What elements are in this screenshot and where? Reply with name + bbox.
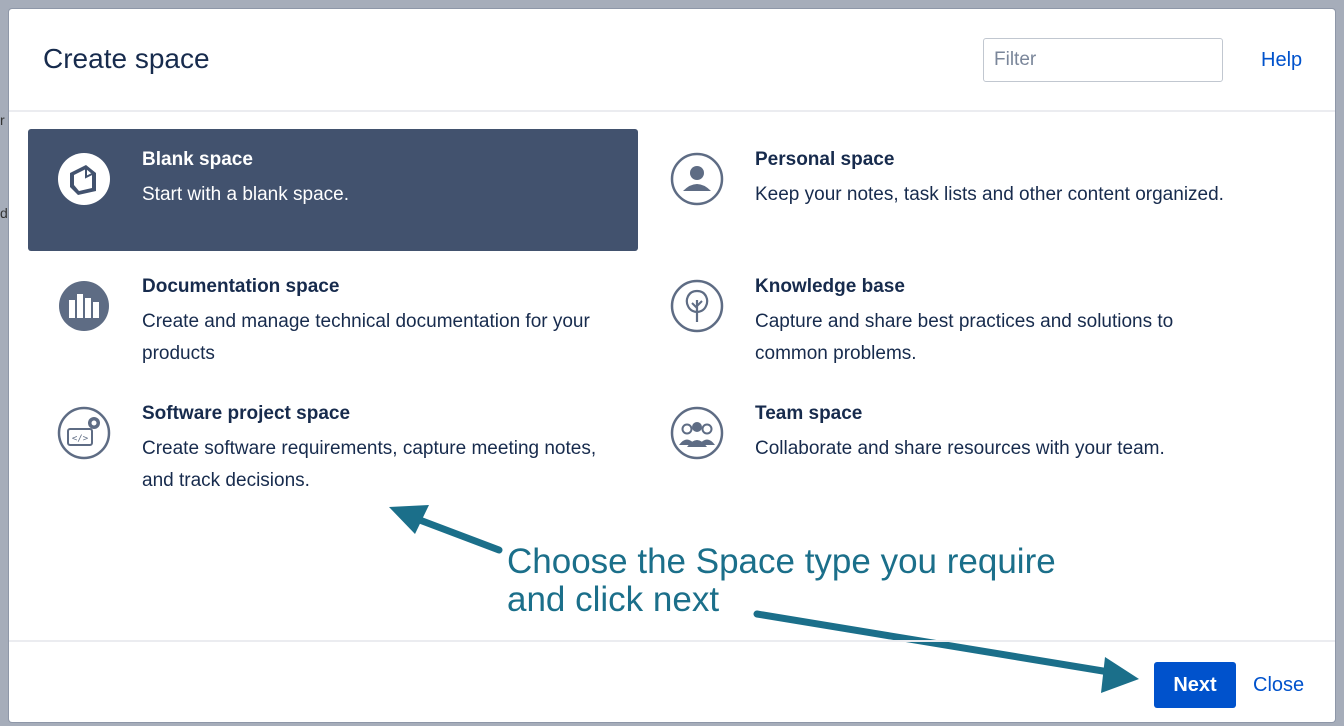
create-space-dialog: Create space Help Blank space Start with… — [9, 9, 1335, 722]
space-type-name: Software project space — [142, 403, 351, 424]
space-type-description: Capture and share best practices and sol… — [755, 311, 1174, 364]
space-type-description: Keep your notes, task lists and other co… — [755, 184, 1224, 205]
space-type-name: Team space — [755, 403, 863, 424]
annotation-line: and click next — [507, 580, 720, 619]
dialog-footer: Next Close — [9, 640, 1335, 722]
software-project-space-icon: </> — [57, 406, 111, 460]
space-type-name: Personal space — [755, 149, 895, 170]
space-type-description: Start with a blank space. — [142, 184, 349, 205]
svg-text:</>: </> — [72, 434, 89, 444]
space-type-name: Knowledge base — [755, 276, 905, 297]
annotation-line: Choose the Space type you require — [507, 542, 1056, 581]
space-type-description: Collaborate and share resources with you… — [755, 438, 1165, 459]
next-button[interactable]: Next — [1154, 662, 1236, 708]
background-text-fragment: r — [0, 112, 5, 128]
blank-space-icon — [58, 153, 110, 205]
space-type-name: Blank space — [142, 149, 253, 170]
team-space-icon — [670, 406, 724, 460]
space-type-documentation-space[interactable]: Documentation space Create and manage te… — [28, 256, 638, 378]
dialog-header: Create space Help — [9, 9, 1335, 112]
knowledge-base-icon — [670, 279, 724, 333]
filter-input[interactable] — [983, 38, 1223, 82]
space-type-blank-space[interactable]: Blank space Start with a blank space. — [28, 129, 638, 251]
dialog-title: Create space — [43, 43, 210, 74]
space-type-knowledge-base[interactable]: Knowledge base Capture and share best pr… — [641, 256, 1251, 378]
personal-space-icon — [670, 152, 724, 206]
documentation-space-icon — [59, 281, 109, 331]
background-text-fragment: d — [0, 205, 8, 221]
close-button[interactable]: Close — [1253, 674, 1304, 697]
instruction-annotation: Choose the Space type you require and cl… — [507, 543, 1056, 619]
help-link[interactable]: Help — [1261, 49, 1302, 72]
space-type-description: Create software requirements, capture me… — [142, 438, 597, 491]
space-type-personal-space[interactable]: Personal space Keep your notes, task lis… — [641, 129, 1251, 251]
space-type-description: Create and manage technical documentatio… — [142, 311, 590, 364]
space-type-software-project-space[interactable]: </> Software project space Create softwa… — [28, 383, 638, 505]
space-type-team-space[interactable]: Team space Collaborate and share resourc… — [641, 383, 1251, 505]
space-type-name: Documentation space — [142, 276, 340, 297]
